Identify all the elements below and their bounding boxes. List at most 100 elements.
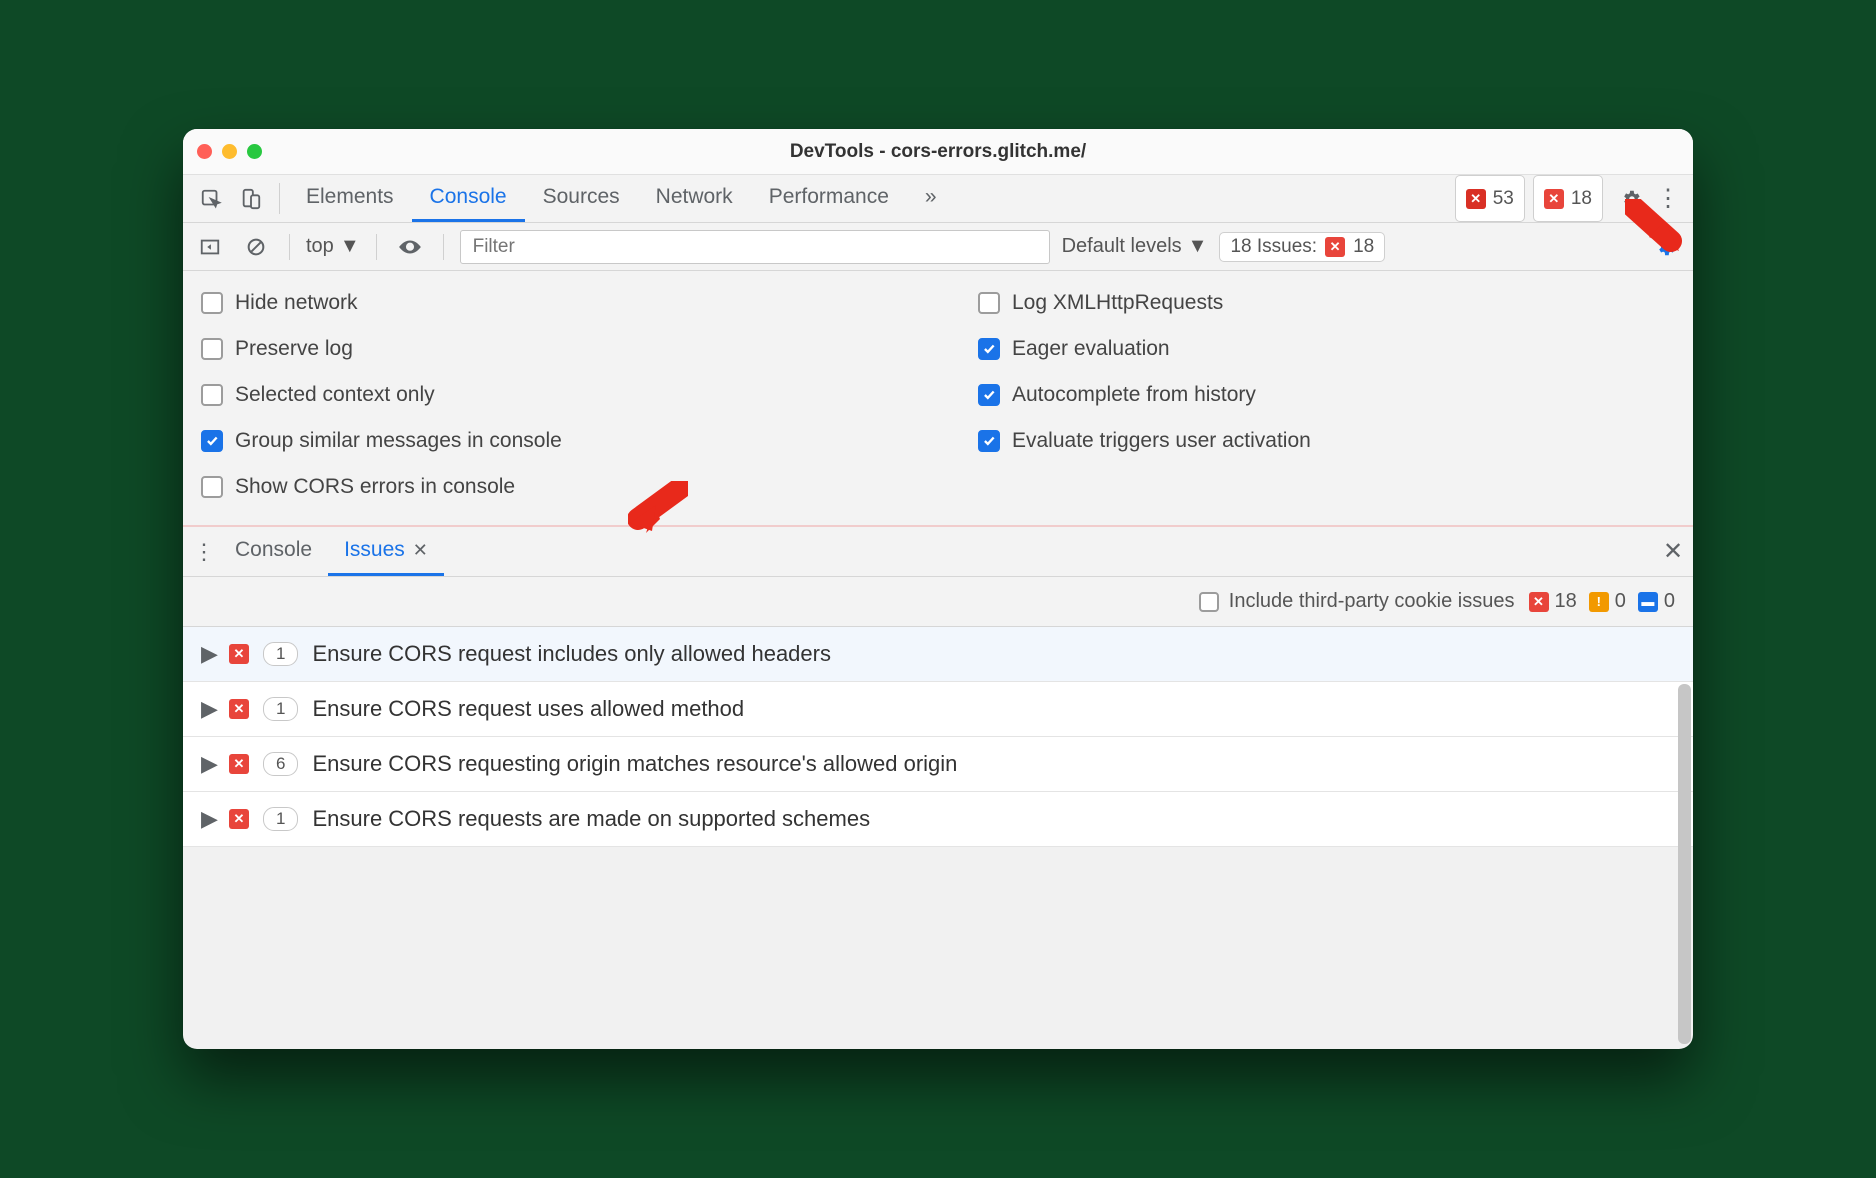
setting-label: Show CORS errors in console [235,475,515,499]
kebab-menu-icon[interactable]: ⋮ [1651,175,1685,222]
checkbox-icon [978,292,1000,314]
console-settings-gear-icon[interactable] [1649,232,1683,262]
checkbox-icon [1199,592,1219,612]
warning-count[interactable]: !0 [1589,590,1626,613]
issue-count-pill: 1 [263,697,298,721]
console-settings: Hide network Preserve log Selected conte… [183,271,1693,527]
setting-user-activation[interactable]: Evaluate triggers user activation [978,429,1675,453]
main-tabbar: Elements Console Sources Network Perform… [183,175,1693,223]
issue-counts: ✕18 !0 ▬0 [1529,590,1676,613]
scrollbar[interactable] [1678,684,1691,1044]
setting-label: Evaluate triggers user activation [1012,429,1311,453]
feedback-count: 18 [1571,188,1592,210]
console-toolbar: top ▼ Default levels ▼ 18 Issues: ✕ 18 [183,223,1693,271]
filter-input[interactable] [460,230,1050,264]
issues-label: 18 Issues: [1230,236,1317,258]
issues-count: 18 [1353,236,1374,258]
issue-title: Ensure CORS request uses allowed method [312,696,744,722]
expand-icon[interactable]: ▶ [201,806,215,832]
drawer-tabbar: ⋮ Console Issues ✕ ✕ [183,527,1693,577]
device-mode-icon[interactable] [231,175,271,222]
tab-elements[interactable]: Elements [288,175,412,222]
devtools-window: DevTools - cors-errors.glitch.me/ Elemen… [183,129,1693,1049]
setting-group-similar[interactable]: Group similar messages in console [201,429,898,453]
tab-console[interactable]: Console [412,175,525,222]
issue-count-pill: 6 [263,752,298,776]
checkbox-icon [978,384,1000,406]
issue-row[interactable]: ▶ ✕ 1 Ensure CORS request uses allowed m… [183,682,1693,737]
setting-autocomplete[interactable]: Autocomplete from history [978,383,1675,407]
tab-network[interactable]: Network [638,175,751,222]
error-count: 53 [1493,188,1514,210]
expand-icon[interactable]: ▶ [201,641,215,667]
console-sidebar-toggle-icon[interactable] [193,232,227,262]
drawer-close-icon[interactable]: ✕ [1653,527,1693,576]
setting-label: Eager evaluation [1012,337,1170,361]
expand-icon[interactable]: ▶ [201,751,215,777]
feedback-icon: ✕ [229,809,249,829]
separator [289,234,290,260]
drawer-tab-console[interactable]: Console [219,527,328,576]
log-levels-dropdown[interactable]: Default levels ▼ [1062,235,1208,258]
issue-count-pill: 1 [263,807,298,831]
feedback-count-badge[interactable]: ✕ 18 [1533,175,1603,222]
checkbox-icon [978,430,1000,452]
chevron-down-icon: ▼ [1188,235,1208,258]
expand-icon[interactable]: ▶ [201,696,215,722]
setting-log-xhr[interactable]: Log XMLHttpRequests [978,291,1675,315]
titlebar: DevTools - cors-errors.glitch.me/ [183,129,1693,175]
feedback-icon: ✕ [229,699,249,719]
separator [443,234,444,260]
checkbox-icon [978,338,1000,360]
tab-label: Console [430,185,507,209]
feedback-count[interactable]: ✕18 [1529,590,1577,613]
info-count[interactable]: ▬0 [1638,590,1675,613]
context-selector[interactable]: top ▼ [306,235,360,258]
tab-label: Console [235,538,312,562]
chevron-down-icon: ▼ [340,235,360,258]
clear-console-icon[interactable] [239,232,273,262]
tab-sources[interactable]: Sources [525,175,638,222]
tab-label: Network [656,185,733,209]
setting-preserve-log[interactable]: Preserve log [201,337,898,361]
issue-row[interactable]: ▶ ✕ 1 Ensure CORS request includes only … [183,627,1693,682]
setting-label: Group similar messages in console [235,429,562,453]
drawer-menu-icon[interactable]: ⋮ [189,527,219,576]
setting-selected-context[interactable]: Selected context only [201,383,898,407]
issue-row[interactable]: ▶ ✕ 6 Ensure CORS requesting origin matc… [183,737,1693,792]
feedback-icon: ✕ [1325,237,1345,257]
checkbox-icon [201,476,223,498]
issue-title: Ensure CORS requesting origin matches re… [312,751,957,777]
checkbox-icon [201,292,223,314]
setting-label: Selected context only [235,383,435,407]
setting-show-cors[interactable]: Show CORS errors in console [201,475,898,499]
live-expression-icon[interactable] [393,232,427,262]
issue-count-pill: 1 [263,642,298,666]
drawer-tab-issues[interactable]: Issues ✕ [328,527,444,576]
checkbox-icon [201,430,223,452]
checkbox-icon [201,384,223,406]
separator [279,183,280,214]
setting-hide-network[interactable]: Hide network [201,291,898,315]
tab-label: Performance [769,185,889,209]
warning-icon: ! [1589,592,1609,612]
issues-pill[interactable]: 18 Issues: ✕ 18 [1219,232,1385,262]
feedback-icon: ✕ [1544,189,1564,209]
setting-label: Hide network [235,291,358,315]
tabs-overflow[interactable]: » [907,175,955,222]
inspect-element-icon[interactable] [191,175,231,222]
setting-label: Autocomplete from history [1012,383,1256,407]
tab-label: Sources [543,185,620,209]
error-count-badge[interactable]: ✕ 53 [1455,175,1525,222]
close-tab-icon[interactable]: ✕ [413,540,428,561]
tab-performance[interactable]: Performance [751,175,907,222]
gear-icon[interactable] [1611,175,1651,222]
issues-header: Include third-party cookie issues ✕18 !0… [183,577,1693,627]
issue-row[interactable]: ▶ ✕ 1 Ensure CORS requests are made on s… [183,792,1693,847]
checkbox-label: Include third-party cookie issues [1229,590,1515,613]
include-third-party[interactable]: Include third-party cookie issues [1199,590,1515,613]
issues-list: ▶ ✕ 1 Ensure CORS request includes only … [183,627,1693,847]
setting-eager-eval[interactable]: Eager evaluation [978,337,1675,361]
checkbox-icon [201,338,223,360]
setting-label: Log XMLHttpRequests [1012,291,1223,315]
